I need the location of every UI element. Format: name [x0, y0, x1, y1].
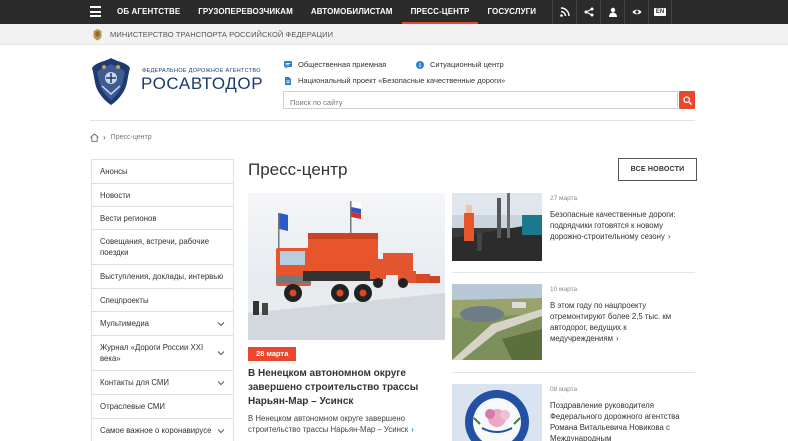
- national-project-label: Национальный проект «Безопасные качестве…: [298, 76, 506, 85]
- nav-public-services[interactable]: ГОСУСЛУГИ: [478, 0, 545, 24]
- sidebar-item-label: Вести регионов: [100, 213, 157, 223]
- sidebar-item-regional-news[interactable]: Вести регионов: [92, 207, 233, 230]
- news-title[interactable]: Поздравление руководителя Федерального д…: [550, 400, 690, 441]
- sidebar-item-industry-media[interactable]: Отраслевые СМИ: [92, 395, 233, 419]
- home-icon[interactable]: [90, 133, 99, 142]
- search-input[interactable]: [284, 94, 677, 111]
- user-icon[interactable]: [600, 0, 624, 24]
- rss-icon[interactable]: [552, 0, 576, 24]
- news-title[interactable]: В этом году по нацпроекту отремонтируют …: [550, 300, 690, 344]
- chevron-right-icon: ›: [667, 232, 671, 241]
- sidebar-item-label: Анонсы: [100, 167, 128, 176]
- feature-news-text[interactable]: В Ненецком автономном округе завершено с…: [248, 413, 448, 435]
- sidebar-item-label: Новости: [100, 190, 131, 200]
- sidebar-item-label: Контакты для СМИ: [100, 378, 169, 387]
- top-nav: ОБ АГЕНТСТВЕ ГРУЗОПЕРЕВОЗЧИКАМ АВТОМОБИЛ…: [108, 0, 545, 24]
- news-item[interactable]: 10 марта В этом году по нацпроекту отрем…: [452, 284, 695, 360]
- chevron-down-icon[interactable]: [217, 320, 225, 328]
- breadcrumb-current: Пресс-центр: [110, 134, 152, 141]
- news-title-text: Безопасные качественные дороги: подрядчи…: [550, 210, 676, 241]
- sidebar-item-announcements[interactable]: Анонсы: [92, 160, 233, 184]
- feature-date-badge: 28 марта: [248, 347, 297, 361]
- breadcrumb-separator: ›: [103, 133, 106, 142]
- sidebar-item-news[interactable]: Новости: [92, 184, 233, 207]
- ministry-bar: МИНИСТЕРСТВО ТРАНСПОРТА РОССИЙСКОЙ ФЕДЕР…: [0, 24, 788, 45]
- chat-icon: [284, 60, 292, 69]
- nav-carriers[interactable]: ГРУЗОПЕРЕВОЗЧИКАМ: [189, 0, 302, 24]
- sidebar-item-special-projects[interactable]: Спецпроекты: [92, 289, 233, 312]
- lang-label: EN: [653, 8, 667, 16]
- breadcrumb: › Пресс-центр: [90, 133, 152, 142]
- ministry-link[interactable]: МИНИСТЕРСТВО ТРАНСПОРТА РОССИЙСКОЙ ФЕДЕР…: [110, 30, 333, 39]
- public-reception-label: Общественная приемная: [298, 60, 387, 69]
- situation-center-link[interactable]: Ситуационный центр: [416, 60, 504, 69]
- news-title-text: В этом году по нацпроекту отремонтируют …: [550, 301, 672, 343]
- feature-news-title[interactable]: В Ненецком автономном округе завершено с…: [248, 367, 448, 409]
- chevron-down-icon[interactable]: [217, 427, 225, 435]
- feature-news-image[interactable]: [248, 193, 445, 340]
- info-icon: [416, 60, 424, 69]
- hamburger-icon[interactable]: [90, 6, 101, 17]
- news-thumbnail[interactable]: [452, 284, 542, 360]
- sidebar-item-label: Выступления, доклады, интервью: [100, 272, 224, 281]
- feature-news-summary: В Ненецком автономном округе завершено с…: [248, 414, 409, 434]
- coat-of-arms-icon: [93, 29, 102, 41]
- search-field[interactable]: [283, 91, 678, 111]
- sidebar-item-label: Спецпроекты: [100, 295, 149, 305]
- sidebar-item-journal[interactable]: Журнал «Дороги России XXI века»: [92, 336, 233, 371]
- top-navigation-bar: ОБ АГЕНТСТВЕ ГРУЗОПЕРЕВОЗЧИКАМ АВТОМОБИЛ…: [0, 0, 788, 24]
- news-title-text: Поздравление руководителя Федерального д…: [550, 401, 680, 441]
- all-news-button[interactable]: ВСЕ НОВОСТИ: [618, 158, 697, 181]
- sidebar-item-label: Отраслевые СМИ: [100, 402, 165, 411]
- news-divider: [452, 272, 695, 273]
- search-button[interactable]: [679, 91, 695, 109]
- news-title[interactable]: Безопасные качественные дороги: подрядчи…: [550, 209, 690, 242]
- sidebar-item-label: Журнал «Дороги России XXI века»: [100, 343, 204, 363]
- sidebar-item-label: Совещания, встречи, рабочие поездки: [100, 237, 210, 257]
- news-thumbnail[interactable]: [452, 193, 542, 261]
- news-item[interactable]: 27 марта Безопасные качественные дороги:…: [452, 193, 695, 261]
- sidebar-item-label: Мультимедиа: [100, 319, 150, 328]
- news-date: 27 марта: [550, 195, 578, 202]
- agency-logo-text[interactable]: РОСАВТОДОР: [141, 74, 263, 94]
- sidebar-menu: Анонсы Новости Вести регионов Совещания,…: [91, 159, 234, 441]
- document-icon: [285, 76, 291, 85]
- nav-motorists[interactable]: АВТОМОБИЛИСТАМ: [302, 0, 402, 24]
- news-date: 10 марта: [550, 286, 578, 293]
- sidebar-item-meetings[interactable]: Совещания, встречи, рабочие поездки: [92, 230, 233, 265]
- search-icon: [682, 95, 692, 105]
- page-title: Пресс-центр: [248, 160, 348, 179]
- share-icon[interactable]: [576, 0, 600, 24]
- rosavtodor-emblem-icon[interactable]: [90, 56, 132, 106]
- sidebar-item-speeches[interactable]: Выступления, доклады, интервью: [92, 265, 233, 289]
- language-switch[interactable]: EN: [648, 0, 672, 24]
- sidebar-item-coronavirus[interactable]: Самое важное о коронавирусе: [92, 419, 233, 441]
- eye-icon[interactable]: [624, 0, 648, 24]
- sidebar-item-multimedia[interactable]: Мультимедиа: [92, 312, 233, 336]
- news-date: 08 марта: [550, 386, 578, 393]
- top-icons: EN: [552, 0, 672, 24]
- chevron-right-icon: ›: [411, 425, 414, 434]
- chevron-down-icon[interactable]: [217, 379, 225, 387]
- news-item[interactable]: 08 марта Поздравление руководителя Федер…: [452, 384, 695, 441]
- nav-about[interactable]: ОБ АГЕНТСТВЕ: [108, 0, 189, 24]
- header-divider: [90, 120, 695, 121]
- nav-press-center[interactable]: ПРЕСС-ЦЕНТР: [401, 0, 479, 24]
- sidebar-item-label: Самое важное о коронавирусе: [100, 426, 212, 435]
- chevron-right-icon: ›: [615, 334, 619, 343]
- news-divider: [452, 372, 695, 373]
- national-project-link[interactable]: Национальный проект «Безопасные качестве…: [284, 76, 505, 85]
- news-thumbnail[interactable]: [452, 384, 542, 441]
- situation-center-label: Ситуационный центр: [430, 60, 504, 69]
- sidebar-item-media-contacts[interactable]: Контакты для СМИ: [92, 371, 233, 395]
- chevron-down-icon[interactable]: [217, 349, 225, 357]
- public-reception-link[interactable]: Общественная приемная: [284, 60, 386, 69]
